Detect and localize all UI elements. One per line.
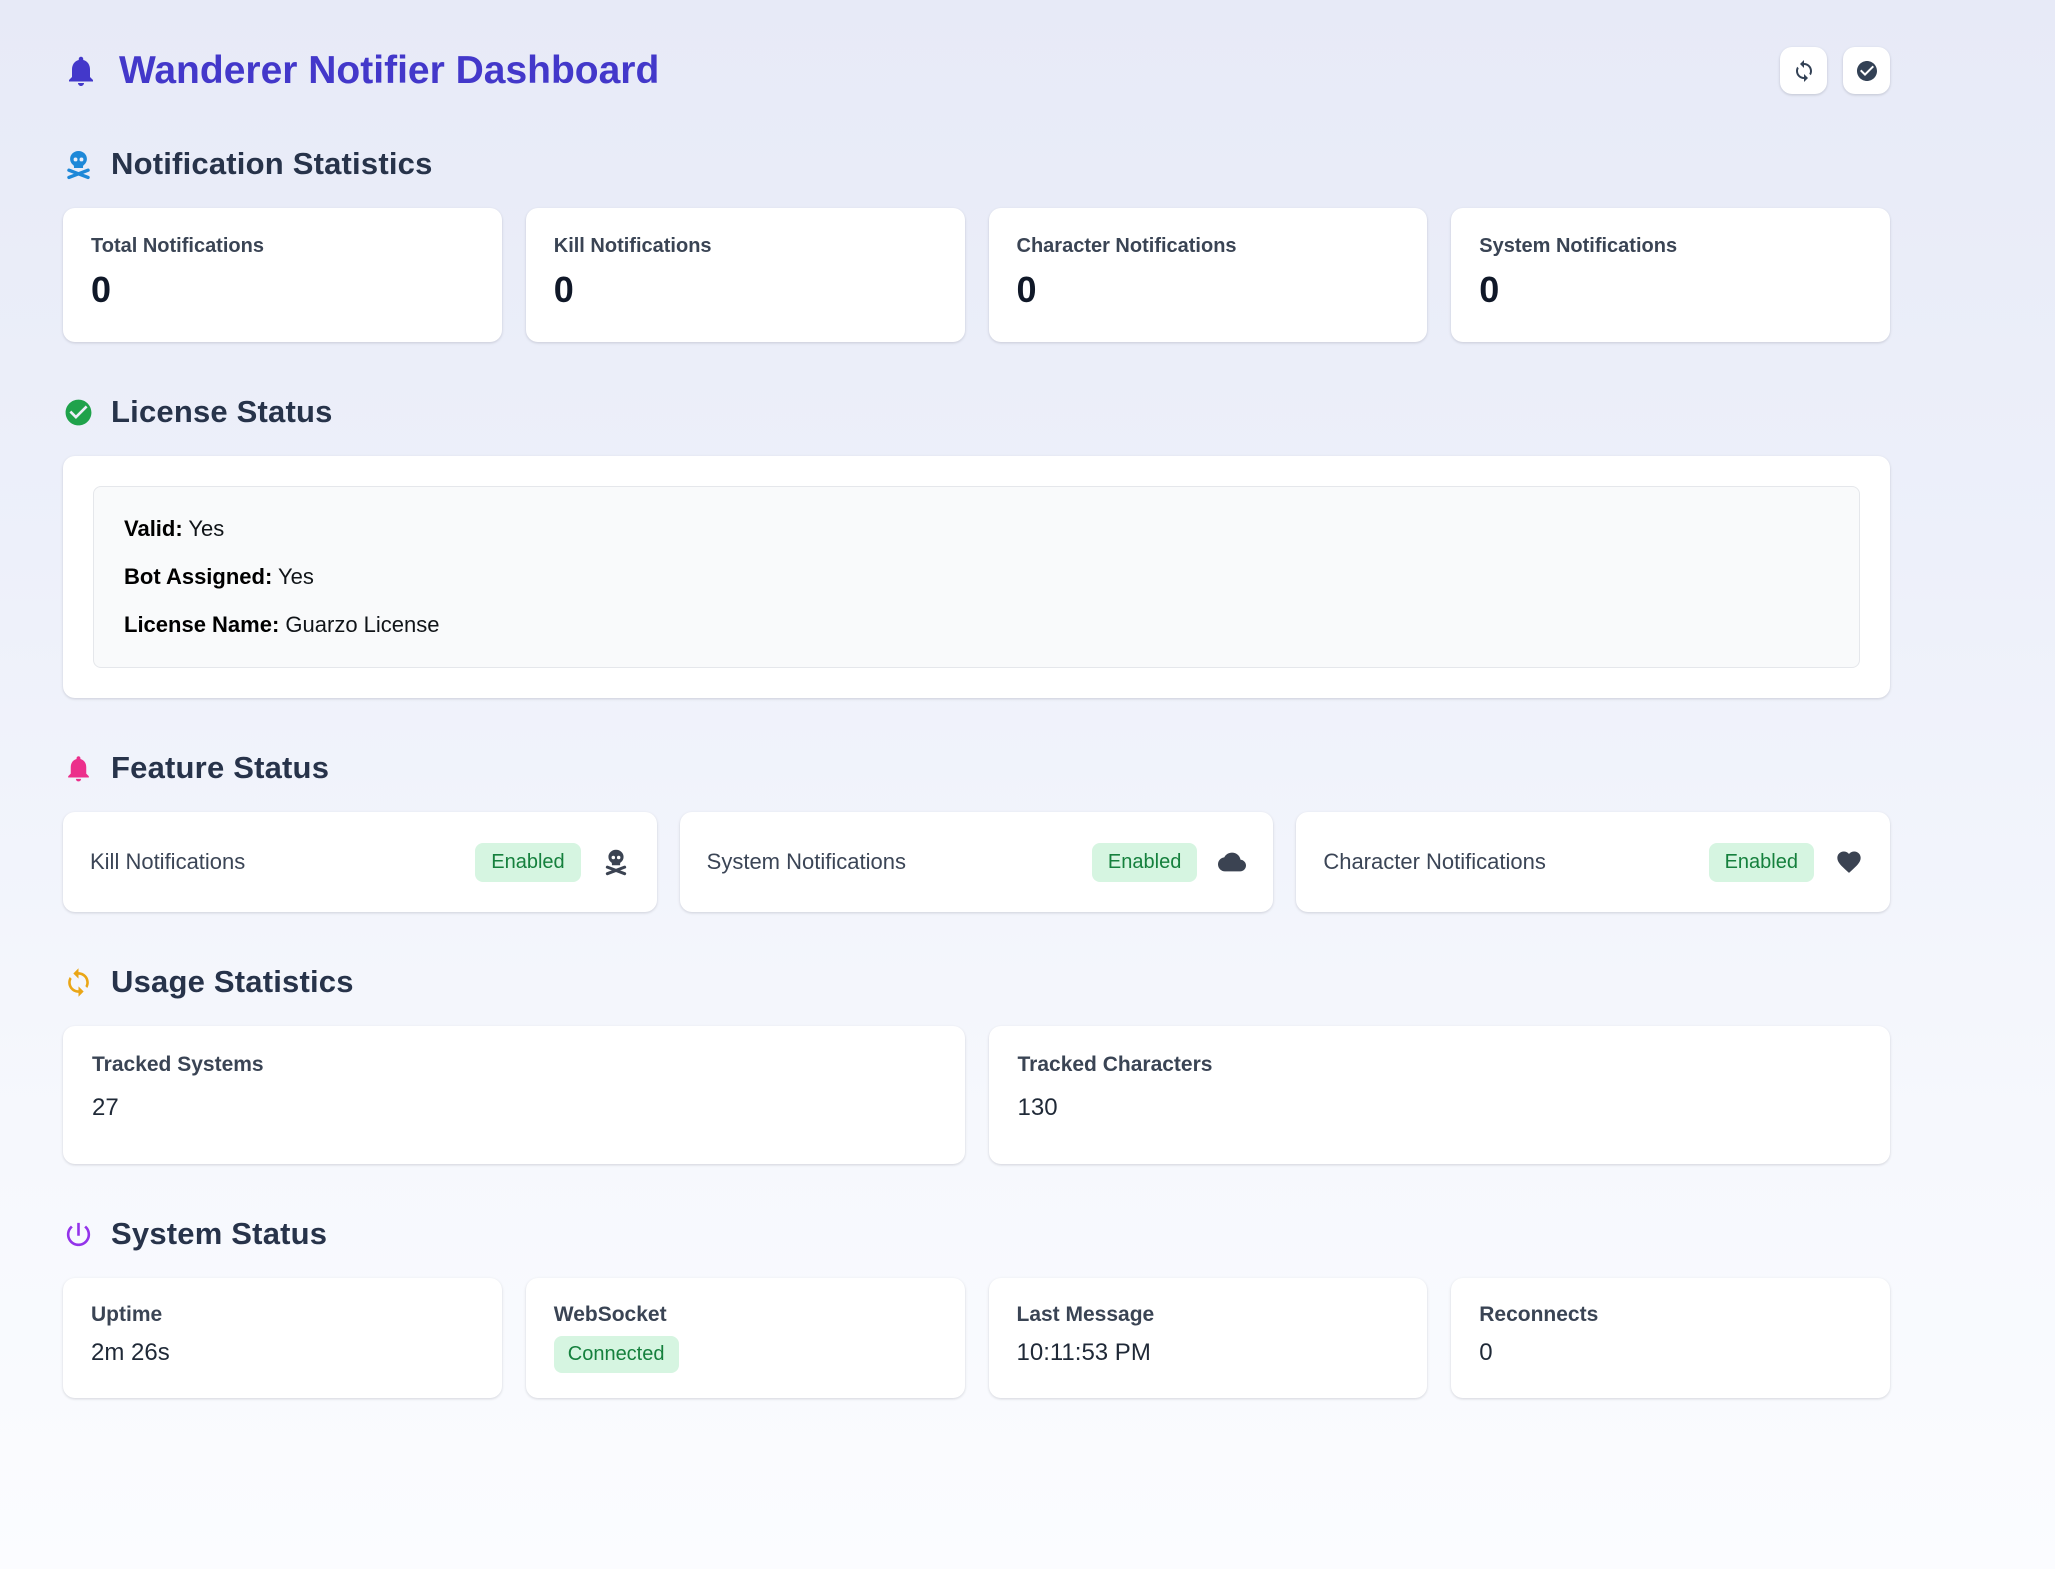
enabled-badge: Enabled bbox=[1092, 843, 1197, 882]
stat-card: System Notifications 0 bbox=[1451, 208, 1890, 342]
section-header: Usage Statistics bbox=[63, 964, 1890, 1000]
stat-card-row: Total Notifications 0 Kill Notifications… bbox=[63, 208, 1890, 342]
section-title: Notification Statistics bbox=[111, 146, 433, 182]
stat-card-value: 0 bbox=[1479, 269, 1862, 311]
license-field-value: Yes bbox=[188, 516, 224, 541]
stat-card-value: 0 bbox=[1017, 269, 1400, 311]
section-title: Feature Status bbox=[111, 750, 329, 786]
connected-badge: Connected bbox=[554, 1336, 679, 1373]
confirm-button[interactable] bbox=[1843, 47, 1890, 94]
section-title: Usage Statistics bbox=[111, 964, 354, 1000]
stat-card-label: Total Notifications bbox=[91, 235, 474, 258]
sync-icon bbox=[63, 967, 94, 998]
section-title: System Status bbox=[111, 1216, 327, 1252]
refresh-icon bbox=[1792, 59, 1816, 83]
stat-card-label: Kill Notifications bbox=[554, 235, 937, 258]
section-notification-statistics: Notification Statistics Total Notificati… bbox=[63, 146, 1890, 342]
refresh-button[interactable] bbox=[1780, 47, 1827, 94]
stat-card: Total Notifications 0 bbox=[63, 208, 502, 342]
section-header: Notification Statistics bbox=[63, 146, 1890, 182]
license-field-valid: Valid: Yes bbox=[124, 515, 1829, 543]
skull-crossbones-icon bbox=[63, 149, 94, 180]
feature-card-row: Kill Notifications Enabled System Notifi… bbox=[63, 812, 1890, 912]
stat-card: Character Notifications 0 bbox=[989, 208, 1428, 342]
enabled-badge: Enabled bbox=[1709, 843, 1814, 882]
system-card-row: Uptime 2m 26s WebSocket Connected Last M… bbox=[63, 1278, 1890, 1398]
feature-card: Kill Notifications Enabled bbox=[63, 812, 657, 912]
feature-card: System Notifications Enabled bbox=[680, 812, 1274, 912]
license-field-value: Yes bbox=[278, 564, 314, 589]
power-icon bbox=[63, 1219, 94, 1250]
feature-status-group: Enabled bbox=[475, 843, 629, 882]
license-details-panel: Valid: Yes Bot Assigned: Yes License Nam… bbox=[93, 486, 1860, 668]
system-card-label: Last Message bbox=[1017, 1303, 1400, 1327]
section-usage-statistics: Usage Statistics Tracked Systems 27 Trac… bbox=[63, 964, 1890, 1164]
license-field-bot-assigned: Bot Assigned: Yes bbox=[124, 563, 1829, 591]
section-header: License Status bbox=[63, 394, 1890, 430]
skull-crossbones-icon bbox=[602, 848, 630, 876]
system-card-last-message: Last Message 10:11:53 PM bbox=[989, 1278, 1428, 1398]
header-buttons bbox=[1780, 47, 1890, 94]
feature-card: Character Notifications Enabled bbox=[1296, 812, 1890, 912]
heart-icon bbox=[1835, 848, 1863, 876]
section-feature-status: Feature Status Kill Notifications Enable… bbox=[63, 750, 1890, 912]
bell-icon bbox=[63, 53, 99, 89]
bell-icon bbox=[63, 753, 94, 784]
system-card-reconnects: Reconnects 0 bbox=[1451, 1278, 1890, 1398]
system-card-value: 0 bbox=[1479, 1339, 1862, 1367]
feature-label: Kill Notifications bbox=[90, 849, 245, 875]
license-field-value: Guarzo License bbox=[285, 612, 439, 637]
dashboard-page: Wanderer Notifier Dashboard Notification… bbox=[0, 0, 2055, 1398]
stat-card-value: 0 bbox=[554, 269, 937, 311]
stat-card-label: System Notifications bbox=[1479, 235, 1862, 258]
system-card-value: 2m 26s bbox=[91, 1339, 474, 1367]
usage-card-value: 27 bbox=[92, 1094, 936, 1122]
header: Wanderer Notifier Dashboard bbox=[63, 47, 1890, 94]
usage-card-label: Tracked Characters bbox=[1018, 1053, 1862, 1077]
feature-label: Character Notifications bbox=[1323, 849, 1546, 875]
license-field-label: Valid: bbox=[124, 516, 183, 541]
system-card-websocket: WebSocket Connected bbox=[526, 1278, 965, 1398]
feature-status-group: Enabled bbox=[1709, 843, 1863, 882]
usage-card: Tracked Systems 27 bbox=[63, 1026, 965, 1164]
system-card-label: Reconnects bbox=[1479, 1303, 1862, 1327]
license-card: Valid: Yes Bot Assigned: Yes License Nam… bbox=[63, 456, 1890, 698]
stat-card-label: Character Notifications bbox=[1017, 235, 1400, 258]
license-field-label: License Name: bbox=[124, 612, 279, 637]
section-title: License Status bbox=[111, 394, 333, 430]
section-header: System Status bbox=[63, 1216, 1890, 1252]
system-card-value: 10:11:53 PM bbox=[1017, 1339, 1400, 1367]
stat-card: Kill Notifications 0 bbox=[526, 208, 965, 342]
license-field-name: License Name: Guarzo License bbox=[124, 611, 1829, 639]
check-circle-icon bbox=[1855, 59, 1879, 83]
check-circle-icon bbox=[63, 397, 94, 428]
cloud-icon bbox=[1218, 848, 1246, 876]
usage-card-value: 130 bbox=[1018, 1094, 1862, 1122]
stat-card-value: 0 bbox=[91, 269, 474, 311]
header-left: Wanderer Notifier Dashboard bbox=[63, 49, 659, 93]
feature-label: System Notifications bbox=[707, 849, 906, 875]
system-card-label: WebSocket bbox=[554, 1303, 937, 1327]
system-card-label: Uptime bbox=[91, 1303, 474, 1327]
license-field-label: Bot Assigned: bbox=[124, 564, 272, 589]
usage-card-row: Tracked Systems 27 Tracked Characters 13… bbox=[63, 1026, 1890, 1164]
enabled-badge: Enabled bbox=[475, 843, 580, 882]
usage-card-label: Tracked Systems bbox=[92, 1053, 936, 1077]
feature-status-group: Enabled bbox=[1092, 843, 1246, 882]
usage-card: Tracked Characters 130 bbox=[989, 1026, 1891, 1164]
section-header: Feature Status bbox=[63, 750, 1890, 786]
section-license-status: License Status Valid: Yes Bot Assigned: … bbox=[63, 394, 1890, 698]
section-system-status: System Status Uptime 2m 26s WebSocket Co… bbox=[63, 1216, 1890, 1398]
page-title: Wanderer Notifier Dashboard bbox=[119, 49, 659, 93]
system-card-uptime: Uptime 2m 26s bbox=[63, 1278, 502, 1398]
